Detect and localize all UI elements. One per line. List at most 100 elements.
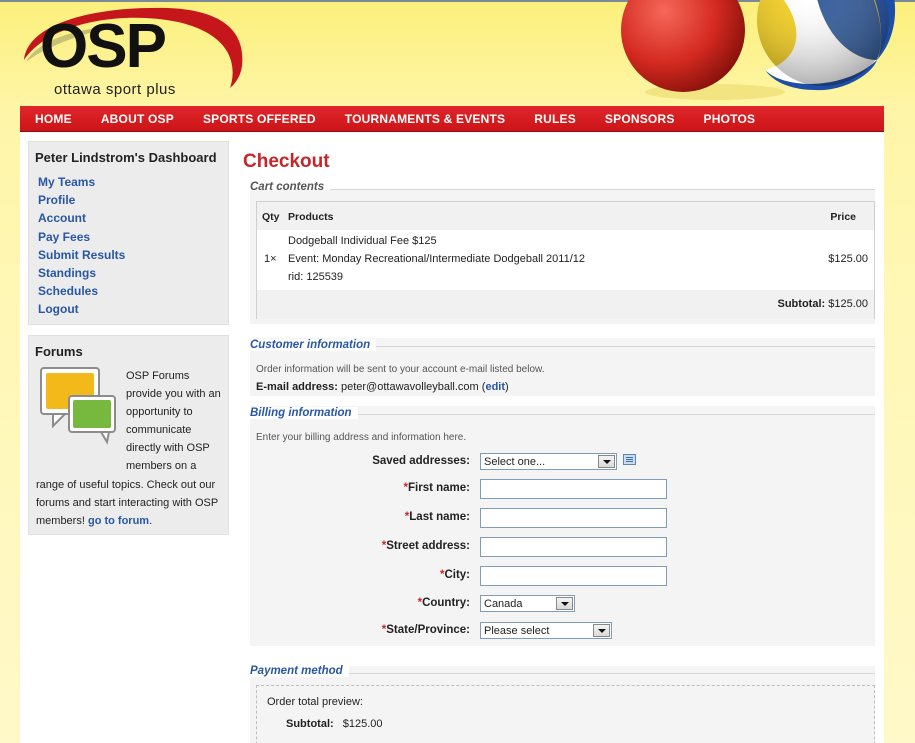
site-header: OSP ottawa sport plus [0,0,915,106]
link-account[interactable]: Account [38,211,86,225]
nav-tournaments-events[interactable]: TOURNAMENTS & EVENTS [345,112,505,126]
country-row: *Country: Canada [250,594,875,614]
city-field[interactable] [480,566,667,586]
page-content: Peter Lindstrom's Dashboard My Teams Pro… [20,132,884,743]
country-label-text: Country: [422,597,470,609]
street-address-field[interactable] [480,537,667,557]
street-address-label: *Street address: [382,540,470,552]
state-province-label-text: State/Province: [386,624,470,636]
logo-text: OSP [40,12,167,81]
list-item: Schedules [38,282,228,300]
cart-item-price: $125.00 [828,253,868,265]
nav-rules[interactable]: RULES [534,112,576,126]
link-profile[interactable]: Profile [38,193,75,207]
cart-item-qty: 1× [264,253,277,265]
dashboard-panel: Peter Lindstrom's Dashboard My Teams Pro… [28,141,229,325]
osp-logo[interactable]: OSP ottawa sport plus [18,4,248,104]
col-qty-header: Qty [262,211,280,223]
cart-table: Qty Products Price 1× Dodgeball Individu… [256,201,875,319]
sports-balls-image [621,0,896,100]
main-navigation: HOME ABOUT OSP SPORTS OFFERED TOURNAMENT… [20,106,884,132]
link-pay-fees[interactable]: Pay Fees [38,230,90,244]
last-name-label: *Last name: [405,511,470,523]
nav-sponsors[interactable]: SPONSORS [605,112,675,126]
nav-home[interactable]: HOME [35,112,72,126]
page-title: Checkout [243,151,330,172]
street-address-label-text: Street address: [386,540,470,552]
city-label-text: City: [444,569,470,581]
link-schedules[interactable]: Schedules [38,284,98,298]
state-province-value: Please select [484,625,550,637]
state-province-row: *State/Province: Please select [250,621,875,641]
dashboard-links: My Teams Profile Account Pay Fees Submit… [29,173,228,319]
city-label: *City: [440,569,470,581]
state-province-select[interactable]: Please select [480,622,612,639]
last-name-field[interactable] [480,508,667,528]
list-item: Logout [38,300,228,318]
first-name-label: *First name: [404,482,470,494]
checkout-main: Checkout Cart contents Qty Products Pric… [243,132,877,743]
subtotal-label: Subtotal: [777,298,826,310]
country-select[interactable]: Canada [480,595,575,612]
saved-addresses-value: Select one... [484,456,546,468]
cart-item-name: Dodgeball Individual Fee $125 [288,235,437,247]
saved-addresses-select[interactable]: Select one... [480,453,617,470]
payment-subtotal-value: $125.00 [342,718,383,730]
country-label: *Country: [418,597,470,609]
edit-email-link[interactable]: edit [485,381,505,393]
link-submit-results[interactable]: Submit Results [38,248,125,262]
email-row: E-mail address: peter@ottawavolleyball.c… [256,381,509,393]
cart-item-event: Event: Monday Recreational/Intermediate … [288,253,585,265]
edit-close-paren: ) [505,381,509,393]
link-logout[interactable]: Logout [38,302,79,316]
list-item: Submit Results [38,246,228,264]
street-address-row: *Street address: [250,537,875,557]
nav-about-osp[interactable]: ABOUT OSP [101,112,174,126]
last-name-row: *Last name: [250,508,875,528]
link-my-teams[interactable]: My Teams [38,175,95,189]
chevron-down-icon [598,455,615,468]
nav-photos[interactable]: PHOTOS [704,112,756,126]
nav-sports-offered[interactable]: SPORTS OFFERED [203,112,316,126]
first-name-field[interactable] [480,479,667,499]
dashboard-title: Peter Lindstrom's Dashboard [35,150,217,165]
saved-addresses-row: Saved addresses: Select one... [250,452,875,472]
city-row: *City: [250,566,875,586]
email-value: peter@ottawavolleyball.com [340,381,479,393]
chevron-down-icon [593,624,610,637]
address-book-icon[interactable] [623,454,636,465]
go-to-forum-link[interactable]: go to forum [88,515,149,527]
col-products-header: Products [288,211,334,223]
country-value: Canada [484,598,523,610]
forums-description: OSP Forums provide you with an opportuni… [36,367,226,530]
table-row: 1× Dodgeball Individual Fee $125 Event: … [257,230,874,288]
email-label: E-mail address: [256,381,338,393]
first-name-label-text: First name: [408,482,470,494]
billing-note: Enter your billing address and informati… [256,432,467,443]
subtotal-value: $125.00 [828,298,868,310]
cart-item-rid: rid: 125539 [288,271,344,283]
list-item: Pay Fees [38,228,228,246]
chevron-down-icon [556,597,573,610]
payment-subtotal-label: Subtotal: [286,718,334,730]
forums-end-text: . [149,514,153,527]
list-item: My Teams [38,173,228,191]
first-name-row: *First name: [250,479,875,499]
billing-legend: Billing information [250,407,358,419]
logo-subtitle: ottawa sport plus [54,81,176,98]
payment-subtotal: Subtotal: $125.00 [286,718,383,730]
list-item: Profile [38,191,228,209]
cart-subtotal-row: Subtotal: $125.00 [257,290,874,319]
payment-legend: Payment method [250,665,349,677]
cart-subtotal: Subtotal: $125.00 [778,298,869,310]
order-total-preview-label: Order total preview: [267,696,363,708]
col-price-header: Price [830,211,856,223]
forums-panel: Forums OSP Forums provide you with an op… [28,335,229,535]
cart-table-header: Qty Products Price [257,202,874,230]
saved-addresses-label: Saved addresses: [372,455,470,467]
payment-box: Order total preview: Subtotal: $125.00 [256,685,875,743]
customer-note: Order information will be sent to your a… [256,364,545,375]
customer-legend: Customer information [250,339,377,351]
list-item: Standings [38,264,228,282]
link-standings[interactable]: Standings [38,266,96,280]
